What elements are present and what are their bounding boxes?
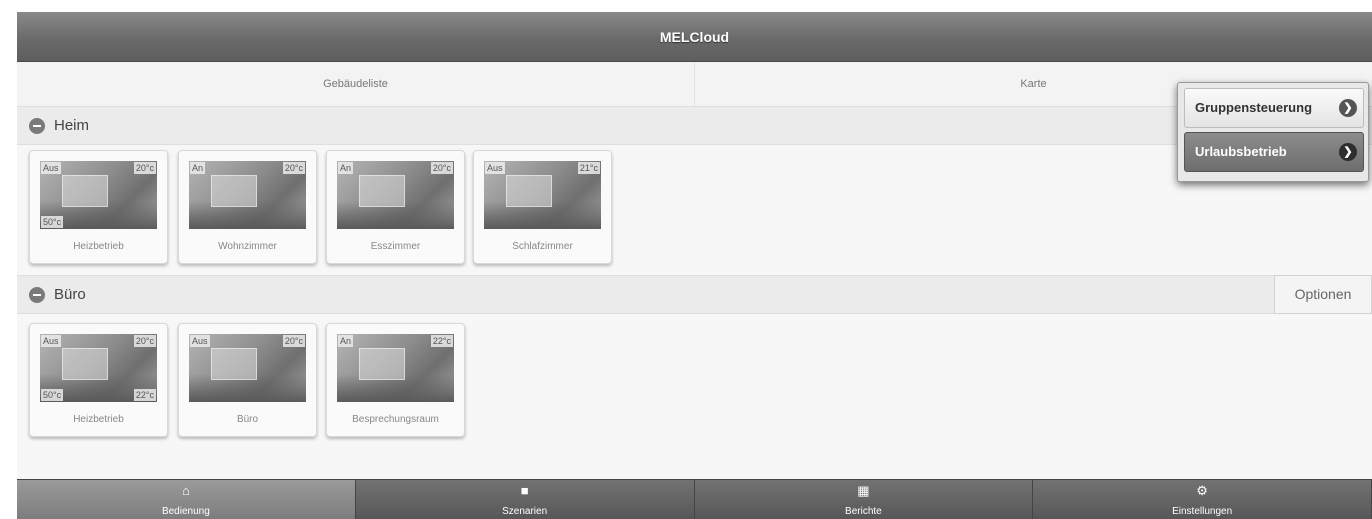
group-options-popup: Gruppensteuerung ❯ Urlaubsbetrieb ❯ [1177, 82, 1369, 182]
device-card[interactable]: Aus 21°c Schlafzimmer [473, 150, 612, 264]
device-cards-heim: Aus 20°c 50°c Heizbetrieb An 20°c Wohnzi… [17, 150, 1372, 270]
tab-operation[interactable]: ⌂ Bedienung [17, 480, 356, 519]
device-card[interactable]: An 20°c Esszimmer [326, 150, 465, 264]
device-temperature: 20°c [133, 162, 156, 174]
grid-icon: ▦ [857, 483, 870, 498]
camera-icon: ■ [520, 483, 529, 498]
group-name: Büro [54, 286, 86, 303]
tab-reports[interactable]: ▦ Berichte [694, 480, 1034, 519]
chevron-right-icon: ❯ [1339, 143, 1357, 161]
device-name: Heizbetrieb [73, 241, 124, 252]
tab-settings[interactable]: ⚙ Einstellungen [1033, 480, 1372, 519]
device-name: Schlafzimmer [512, 241, 573, 252]
device-name: Büro [236, 414, 259, 425]
device-temperature: 21°c [577, 162, 600, 174]
tab-label: Berichte [845, 506, 882, 517]
options-button[interactable]: Optionen [1274, 275, 1372, 314]
device-name: Esszimmer [370, 241, 421, 252]
device-temperature: 20°c [282, 335, 305, 347]
device-photo: Aus 20°c [189, 334, 306, 402]
device-status: An [338, 335, 354, 347]
outdoor-temperature: 22°c [133, 389, 156, 401]
device-status: Aus [190, 335, 210, 347]
device-card[interactable]: Aus 20°c 50°c Heizbetrieb [29, 150, 168, 264]
device-card[interactable]: An 20°c Wohnzimmer [178, 150, 317, 264]
device-status: Aus [485, 162, 505, 174]
app-title: MELCloud [659, 29, 730, 45]
group-header-heim[interactable]: Heim [17, 106, 1372, 145]
group-name: Heim [54, 117, 90, 134]
device-temperature: 20°c [133, 335, 156, 347]
building-nav-tabs: Gebäudeliste Karte [17, 62, 1372, 107]
group-control-label: Gruppensteuerung [1195, 100, 1313, 115]
device-photo: An 20°c [337, 161, 454, 229]
chevron-right-icon: ❯ [1339, 99, 1357, 117]
device-card[interactable]: An 22°c Besprechungsraum [326, 323, 465, 437]
device-card[interactable]: Aus 20°c Büro [178, 323, 317, 437]
device-temperature: 22°c [430, 335, 453, 347]
device-photo: Aus 20°c 50°c [40, 161, 157, 229]
device-status: Aus [41, 162, 61, 174]
collapse-icon[interactable] [29, 287, 45, 303]
device-card[interactable]: Aus 20°c 50°c 22°c Heizbetrieb [29, 323, 168, 437]
device-status: An [190, 162, 206, 174]
tab-label: Einstellungen [1172, 506, 1233, 517]
vacation-mode-label: Urlaubsbetrieb [1195, 144, 1287, 159]
bottom-tab-bar: ⌂ Bedienung ■ Szenarien ▦ Berichte ⚙ Ein… [17, 479, 1372, 519]
water-temperature: 50°c [41, 216, 64, 228]
device-name: Heizbetrieb [73, 414, 124, 425]
tab-building-list[interactable]: Gebäudeliste [17, 62, 695, 106]
water-temperature: 50°c [41, 389, 64, 401]
device-photo: An 22°c [337, 334, 454, 402]
device-photo: An 20°c [189, 161, 306, 229]
vacation-mode-button[interactable]: Urlaubsbetrieb ❯ [1184, 132, 1364, 172]
device-name: Besprechungsraum [352, 414, 439, 425]
collapse-icon[interactable] [29, 118, 45, 134]
device-name: Wohnzimmer [218, 241, 277, 252]
device-status: An [338, 162, 354, 174]
tab-label: Szenarien [502, 506, 548, 517]
device-photo: Aus 20°c 50°c 22°c [40, 334, 157, 402]
melcloud-app: MELCloud Gebäudeliste Karte Heim Aus 20°… [17, 12, 1372, 519]
gear-icon: ⚙ [1196, 483, 1208, 498]
device-cards-buero: Aus 20°c 50°c 22°c Heizbetrieb Aus 20°c … [17, 323, 1372, 443]
device-temperature: 20°c [430, 162, 453, 174]
tab-label: Bedienung [161, 506, 210, 517]
home-icon: ⌂ [181, 483, 190, 498]
title-bar: MELCloud [17, 12, 1372, 62]
device-status: Aus [41, 335, 61, 347]
device-photo: Aus 21°c [484, 161, 601, 229]
group-control-button[interactable]: Gruppensteuerung ❯ [1184, 88, 1364, 128]
group-header-buero[interactable]: Büro Optionen [17, 275, 1372, 314]
device-temperature: 20°c [282, 162, 305, 174]
tab-scenarios[interactable]: ■ Szenarien [355, 480, 695, 519]
